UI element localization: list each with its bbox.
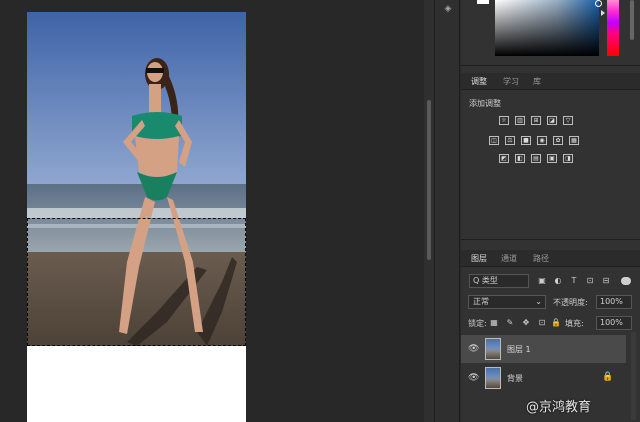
watermark-text: @京鸿教育 xyxy=(526,400,592,415)
marquee-selection[interactable] xyxy=(27,218,246,346)
color-panel xyxy=(461,0,640,66)
eye-icon[interactable]: 👁 xyxy=(468,373,479,383)
vibrance-icon[interactable]: ▽ xyxy=(563,116,573,125)
threshold-icon[interactable]: ▤ xyxy=(531,154,541,163)
blend-mode-select[interactable]: 正常 ⌄ xyxy=(468,295,546,309)
add-adjustment-title: 添加调整 xyxy=(469,99,501,108)
levels-icon[interactable]: ▥ xyxy=(515,116,525,125)
canvas-area[interactable] xyxy=(0,0,424,422)
chevron-down-icon: ⌄ xyxy=(535,297,542,306)
layer-thumbnail xyxy=(485,338,501,360)
panel-icon-strip: ◈ xyxy=(434,0,460,422)
blend-opacity-bar: 正常 ⌄ 不透明度: 100% xyxy=(465,295,636,310)
lock-icon: 🔒 xyxy=(602,372,614,382)
tab-paths[interactable]: 路径 xyxy=(531,253,551,264)
tab-channels[interactable]: 通道 xyxy=(499,253,519,264)
lock-position-icon[interactable]: ✥ xyxy=(521,318,531,328)
invert-icon[interactable]: ◩ xyxy=(499,154,509,163)
layer-filter-select[interactable]: Q 类型 xyxy=(469,274,529,288)
tab-libraries[interactable]: 库 xyxy=(531,76,543,87)
fill-input[interactable]: 100% xyxy=(596,316,632,330)
smart-object-filter-icon[interactable]: ⊟ xyxy=(601,276,611,286)
adjustment-row-2: ◫ ⚖ ■ ◉ ✿ ▦ xyxy=(489,136,579,145)
layer-thumbnail xyxy=(485,367,501,389)
channel-mixer-icon[interactable]: ✿ xyxy=(553,136,563,145)
layers-tabbar: 图层 通道 路径 xyxy=(461,250,640,267)
filter-toggle[interactable] xyxy=(621,277,631,285)
color-lookup-icon[interactable]: ▦ xyxy=(569,136,579,145)
photo-filter-icon[interactable]: ◉ xyxy=(537,136,547,145)
lock-all-icon[interactable]: 🔒 xyxy=(551,318,561,328)
canvas-vertical-scrollbar[interactable] xyxy=(424,0,434,422)
scrollbar-thumb[interactable] xyxy=(427,100,431,260)
curves-icon[interactable]: ⊞ xyxy=(531,116,541,125)
blend-mode-value: 正常 xyxy=(473,297,489,306)
color-balance-icon[interactable]: ⚖ xyxy=(505,136,515,145)
adjustments-tabbar: 调整 学习 库 xyxy=(461,73,640,90)
brightness-contrast-icon[interactable]: ☼ xyxy=(499,116,509,125)
adjustment-row-3: ◩ ◧ ▤ ▣ ◨ xyxy=(499,154,573,163)
lock-transparent-icon[interactable]: ▦ xyxy=(489,318,499,328)
opacity-label: 不透明度: xyxy=(553,298,588,307)
layers-scrollbar[interactable] xyxy=(631,332,636,420)
color-panel-scrollbar[interactable] xyxy=(630,0,634,40)
layer-row[interactable]: 👁 图层 1 xyxy=(461,335,626,363)
opacity-input[interactable]: 100% xyxy=(596,295,632,309)
type-filter-icon[interactable]: T xyxy=(569,276,579,286)
black-white-icon[interactable]: ■ xyxy=(521,136,531,145)
selective-color-icon[interactable]: ▣ xyxy=(547,154,557,163)
history-icon[interactable]: ◈ xyxy=(441,4,455,14)
layer-filter-bar: Q 类型 ▣ ◐ T ⊡ ⊟ xyxy=(465,274,636,289)
layer-name: 图层 1 xyxy=(507,345,531,354)
adjustment-filter-icon[interactable]: ◐ xyxy=(553,276,563,286)
pixel-filter-icon[interactable]: ▣ xyxy=(537,276,547,286)
shape-filter-icon[interactable]: ⊡ xyxy=(585,276,595,286)
color-picker-cursor[interactable] xyxy=(595,0,602,7)
lock-fill-bar: 锁定: ▦ ✎ ✥ ⊡ 🔒 填充: 100% xyxy=(465,316,636,331)
color-picker-field[interactable] xyxy=(495,0,602,56)
fill-label: 填充: xyxy=(565,319,584,328)
hue-slider-arrow-icon[interactable] xyxy=(601,10,605,16)
tab-adjustments[interactable]: 调整 xyxy=(469,76,489,87)
eye-icon[interactable]: 👁 xyxy=(468,344,479,354)
adjustments-panel: 添加调整 ☼ ▥ ⊞ ◪ ▽ ◫ ⚖ ■ ◉ ✿ ▦ ◩ ◧ ▤ ▣ ◨ xyxy=(461,90,640,240)
hue-saturation-icon[interactable]: ◫ xyxy=(489,136,499,145)
document-canvas[interactable] xyxy=(27,12,246,422)
lock-artboard-icon[interactable]: ⊡ xyxy=(537,318,547,328)
lock-image-icon[interactable]: ✎ xyxy=(505,318,515,328)
exposure-icon[interactable]: ◪ xyxy=(547,116,557,125)
tab-layers[interactable]: 图层 xyxy=(469,253,489,264)
layer-name: 背景 xyxy=(507,374,523,383)
tab-learn[interactable]: 学习 xyxy=(501,76,521,87)
hue-slider[interactable] xyxy=(607,0,619,56)
adjustment-row-1: ☼ ▥ ⊞ ◪ ▽ xyxy=(499,116,573,125)
posterize-icon[interactable]: ◧ xyxy=(515,154,525,163)
lock-label: 锁定: xyxy=(468,319,487,328)
foreground-color-swatch[interactable] xyxy=(477,0,489,4)
layer-row[interactable]: 👁 背景 🔒 xyxy=(461,364,626,392)
gradient-map-icon[interactable]: ◨ xyxy=(563,154,573,163)
right-panels: 调整 学习 库 添加调整 ☼ ▥ ⊞ ◪ ▽ ◫ ⚖ ■ ◉ ✿ ▦ ◩ ◧ ▤… xyxy=(461,0,640,422)
